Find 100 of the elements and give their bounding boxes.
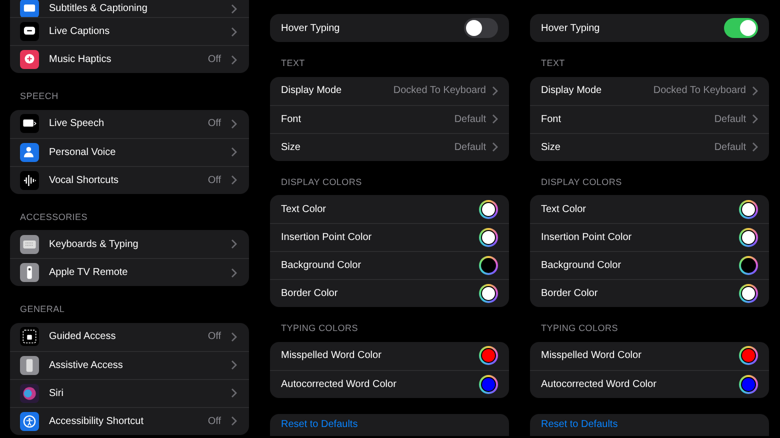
section-header: GENERAL [19, 303, 66, 316]
color-swatch[interactable] [479, 228, 498, 247]
section-header: TYPING COLORS [540, 322, 619, 335]
chevron-icon [752, 114, 758, 124]
row-label: Vocal Shortcuts [49, 174, 120, 188]
settings-row[interactable]: Insertion Point Color [530, 223, 769, 251]
chevron-icon [231, 416, 237, 426]
color-swatch[interactable] [739, 346, 758, 365]
settings-row[interactable]: Autocorrected Word Color [270, 370, 509, 398]
settings-row[interactable]: Text Color [270, 195, 509, 223]
chevron-icon [231, 26, 237, 36]
toggle-switch[interactable] [464, 18, 498, 38]
color-swatch[interactable] [479, 346, 498, 365]
row-value: Off [208, 414, 221, 428]
row-label: Subtitles & Captioning [49, 2, 148, 16]
settings-row[interactable]: Autocorrected Word Color [530, 370, 769, 398]
settings-row[interactable]: Font Default [270, 104, 509, 132]
color-swatch[interactable] [479, 200, 498, 218]
row-value: Off [208, 117, 221, 131]
settings-row[interactable]: Misspelled Word Color [270, 342, 509, 370]
section-header: DISPLAY COLORS [540, 176, 623, 188]
settings-row[interactable]: Live Captions [10, 17, 249, 45]
settings-row[interactable]: Assistive Access [10, 350, 249, 378]
color-swatch[interactable] [739, 374, 758, 394]
settings-row[interactable]: Size Default [270, 132, 509, 160]
chevron-icon [231, 360, 237, 370]
color-swatch[interactable] [479, 374, 498, 394]
accessibility-icon [20, 412, 39, 430]
settings-row[interactable]: Background Color [530, 251, 769, 279]
color-swatch[interactable] [479, 256, 498, 275]
row-value: Docked To Keyboard [653, 84, 746, 98]
chevron-icon [752, 142, 758, 152]
chevron-icon [752, 86, 758, 96]
section-header: TEXT [540, 57, 566, 70]
row-label: Font [541, 112, 562, 126]
row-label: Apple TV Remote [49, 266, 129, 280]
row-label: Personal Voice [49, 146, 117, 160]
settings-row[interactable]: Insertion Point Color [270, 223, 509, 251]
row-label: Hover Typing [281, 22, 341, 36]
chevron-icon [231, 239, 237, 249]
reset-button[interactable]: Reset to Defaults [270, 414, 509, 436]
row-label: Accessibility Shortcut [49, 414, 144, 428]
row-label: Live Captions [49, 25, 111, 39]
settings-row[interactable]: Display Mode Docked To Keyboard [530, 76, 769, 104]
color-swatch[interactable] [739, 256, 758, 275]
settings-row[interactable]: Border Color [530, 279, 769, 307]
color-swatch[interactable] [739, 228, 758, 247]
row-label: Border Color [541, 287, 599, 301]
chevron-icon [231, 147, 237, 157]
settings-row[interactable]: Subtitles & Captioning [10, 0, 249, 17]
settings-row[interactable]: Guided Access Off [10, 322, 249, 350]
row-value: Docked To Keyboard [393, 84, 486, 98]
settings-row[interactable]: Music Haptics Off [10, 45, 249, 73]
row-label: Siri [49, 386, 64, 400]
chevron-icon [492, 142, 498, 152]
row-label: Display Mode [541, 84, 603, 98]
row-label: Insertion Point Color [541, 231, 633, 245]
color-swatch[interactable] [739, 200, 758, 218]
row-label: Assistive Access [49, 358, 124, 372]
settings-row[interactable]: Live Speech Off [10, 110, 249, 138]
chevron-icon [231, 388, 237, 398]
row-label: Insertion Point Color [281, 231, 373, 245]
settings-row[interactable]: Border Color [270, 279, 509, 307]
section-header: TEXT [280, 57, 306, 70]
toggle-switch[interactable] [724, 18, 758, 38]
row-label: Font [281, 112, 302, 126]
row-label: Hover Typing [541, 22, 601, 36]
settings-row[interactable]: Keyboards & Typing [10, 230, 249, 258]
row-label: Size [281, 140, 302, 154]
settings-row[interactable]: Background Color [270, 251, 509, 279]
row-label: Autocorrected Word Color [541, 378, 658, 392]
chevron-icon [231, 118, 237, 128]
row-label: Text Color [281, 202, 328, 216]
section-header: SPEECH [19, 90, 60, 103]
color-swatch[interactable] [479, 284, 498, 303]
settings-row[interactable]: Siri [10, 378, 249, 406]
row-value: Default [454, 140, 486, 154]
row-value: Default [714, 140, 746, 154]
row-value: Off [208, 174, 221, 188]
color-swatch[interactable] [739, 284, 758, 303]
row-label: Border Color [281, 287, 339, 301]
row-value: Off [208, 53, 221, 67]
chevron-icon [231, 54, 237, 64]
settings-row[interactable]: Apple TV Remote [10, 258, 249, 286]
settings-row[interactable]: Text Color [530, 195, 769, 223]
row-label: Misspelled Word Color [541, 349, 642, 363]
keyboard-icon [20, 234, 39, 254]
row-label: Size [541, 140, 562, 154]
settings-row[interactable]: Vocal Shortcuts Off [10, 166, 249, 194]
settings-row[interactable]: Display Mode Docked To Keyboard [270, 76, 509, 104]
orb-icon [20, 384, 39, 402]
chevron-icon [231, 175, 237, 185]
settings-row[interactable]: Font Default [530, 104, 769, 132]
settings-row[interactable]: Personal Voice [10, 138, 249, 166]
settings-row[interactable]: Misspelled Word Color [530, 342, 769, 370]
settings-row[interactable]: Size Default [530, 132, 769, 160]
reset-button[interactable]: Reset to Defaults [530, 414, 769, 436]
section-header: DISPLAY COLORS [280, 176, 363, 188]
settings-row[interactable]: Accessibility Shortcut Off [10, 406, 249, 434]
row-label: Guided Access [49, 330, 117, 344]
